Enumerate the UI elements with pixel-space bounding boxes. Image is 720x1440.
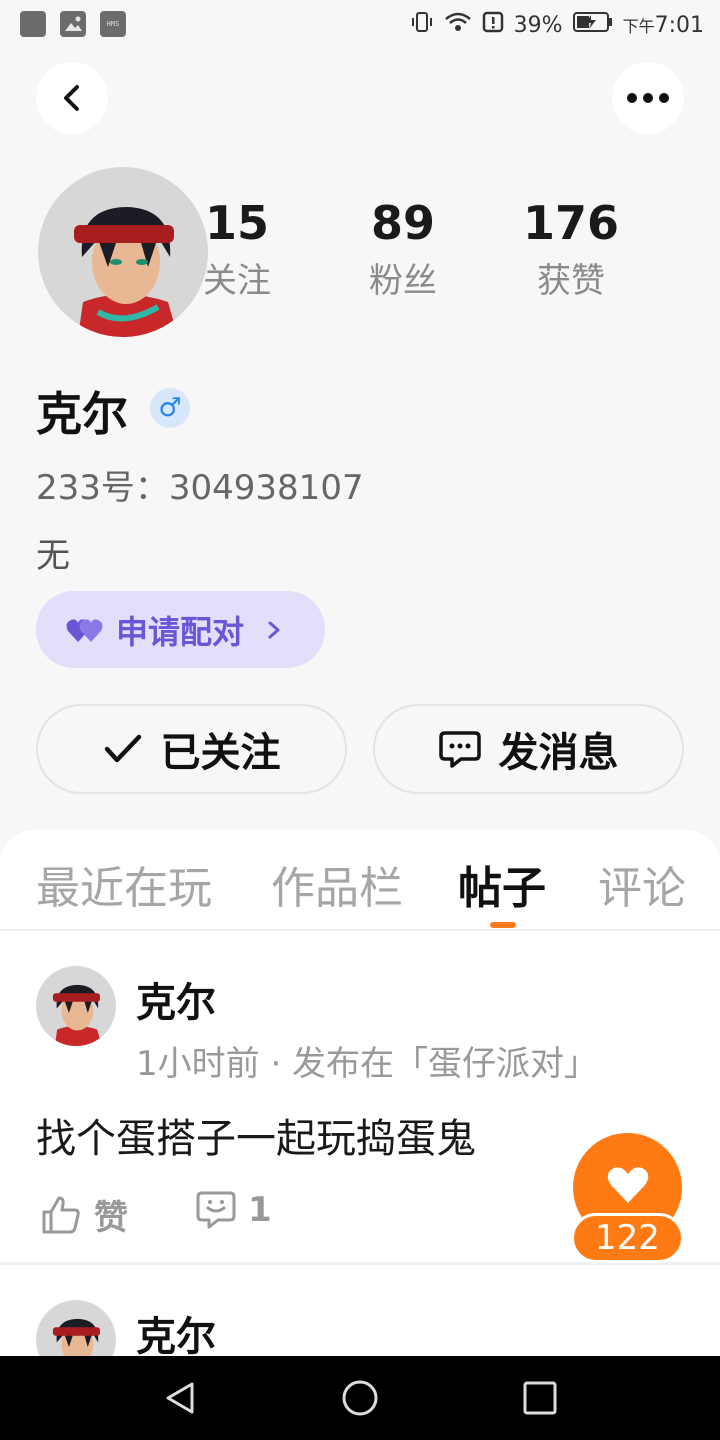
status-bar: HMS 39% 下午7:01 — [0, 0, 720, 48]
thumbs-up-icon — [42, 1196, 80, 1233]
tab-works[interactable]: 作品栏 — [271, 852, 403, 916]
post-author-name[interactable]: 克尔 — [136, 1304, 216, 1362]
pair-request-label: 申请配对 — [116, 612, 245, 651]
send-message-button[interactable]: 发消息 — [373, 704, 684, 794]
followed-label: 已关注 — [160, 730, 281, 776]
nav-home-icon[interactable] — [341, 1379, 379, 1417]
followed-button[interactable]: 已关注 — [36, 704, 347, 794]
post-author-avatar[interactable] — [36, 966, 116, 1046]
system-nav-bar — [0, 1356, 720, 1440]
floating-like-count: 122 — [571, 1213, 684, 1263]
more-button[interactable] — [612, 62, 684, 134]
nav-recents-icon[interactable] — [522, 1380, 558, 1416]
battery-alert-icon — [482, 10, 504, 40]
nav-back-icon[interactable] — [162, 1380, 198, 1416]
likes-count: 176 — [522, 196, 620, 250]
tabs-divider — [0, 929, 720, 931]
back-arrow-icon — [64, 85, 79, 111]
battery-percent: 39% — [513, 12, 563, 38]
post-like-label: 赞 — [94, 1198, 128, 1238]
post-like-button[interactable]: 赞 — [40, 1190, 128, 1239]
chevron-right-icon — [268, 621, 280, 638]
post-meta: 1小时前 · 发布在「蛋仔派对」 — [136, 1044, 599, 1084]
followers-count: 89 — [370, 196, 435, 250]
comment-icon — [196, 1191, 236, 1229]
followers-stat[interactable]: 89 粉丝 — [348, 196, 458, 302]
more-dots-icon — [627, 93, 669, 103]
following-count: 15 — [204, 196, 269, 250]
profile-name: 克尔 — [36, 387, 128, 441]
likes-label: 获赞 — [537, 261, 605, 302]
active-tab-indicator — [490, 922, 516, 928]
following-stat[interactable]: 15 关注 — [182, 196, 292, 302]
send-message-label: 发消息 — [498, 730, 619, 776]
gallery-notification-icon — [60, 11, 86, 37]
status-bar-left: HMS — [20, 11, 126, 37]
tab-posts[interactable]: 帖子 — [458, 852, 546, 916]
heart-icon — [607, 1167, 648, 1203]
post-text[interactable]: 找个蛋搭子一起玩捣蛋鬼 — [36, 1106, 476, 1164]
followers-label: 粉丝 — [369, 261, 437, 302]
pair-request-button[interactable]: 申请配对 — [36, 591, 325, 668]
hms-notification-icon: HMS — [100, 11, 126, 37]
tab-recently-played[interactable]: 最近在玩 — [36, 852, 212, 916]
battery-icon — [572, 11, 613, 39]
checkmark-icon — [104, 734, 141, 763]
status-bar-right: 39% 下午7:01 — [410, 10, 704, 40]
vibrate-icon — [410, 10, 434, 40]
following-label: 关注 — [203, 261, 271, 302]
clock: 下午7:01 — [622, 12, 704, 38]
likes-stat[interactable]: 176 获赞 — [516, 196, 626, 302]
hearts-icon — [66, 618, 103, 642]
wifi-icon — [444, 10, 472, 40]
app-notification-icon — [20, 11, 46, 37]
back-button[interactable] — [36, 62, 108, 134]
profile-bio: 无 — [36, 536, 70, 576]
post-comment-count: 1 — [248, 1190, 272, 1230]
male-gender-icon: ♂ — [150, 388, 190, 428]
post-comment-button[interactable]: 1 — [196, 1190, 272, 1230]
profile-id: 233号：304938107 — [36, 468, 364, 508]
chat-bubble-icon — [438, 731, 481, 768]
tab-comments[interactable]: 评论 — [598, 852, 686, 916]
post-author-name[interactable]: 克尔 — [136, 970, 216, 1028]
